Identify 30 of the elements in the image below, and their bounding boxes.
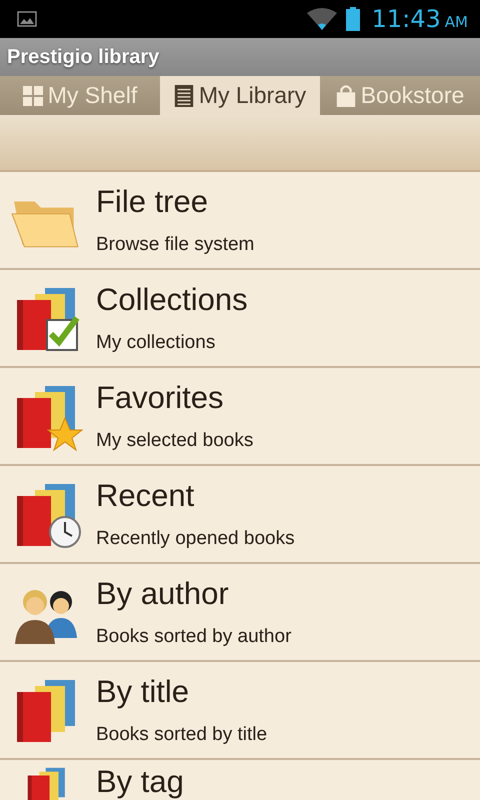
item-subtitle: Recently opened books — [96, 528, 295, 550]
list-item[interactable]: Collections My collections — [0, 270, 480, 368]
image-notification-icon — [17, 11, 37, 27]
wifi-icon — [306, 7, 338, 31]
item-title: By author — [96, 576, 230, 612]
list-item[interactable]: Favorites My selected books — [0, 368, 480, 466]
battery-icon — [346, 7, 360, 31]
item-subtitle: Books sorted by author — [96, 626, 292, 648]
grid-icon — [22, 84, 43, 106]
item-subtitle: My collections — [96, 332, 216, 354]
clock-time: 11:43 — [372, 5, 441, 33]
app-title: Prestigio library — [7, 46, 160, 68]
item-title: Recent — [96, 478, 196, 514]
list-item[interactable]: Recent Recently opened books — [0, 466, 480, 564]
shopping-bag-icon — [336, 84, 356, 106]
item-title: Favorites — [96, 380, 224, 416]
list-item[interactable]: By tag — [0, 760, 480, 800]
item-title: By title — [96, 674, 190, 710]
list-item[interactable]: By title Books sorted by title — [0, 662, 480, 760]
item-subtitle: Browse file system — [96, 234, 254, 256]
item-subtitle: My selected books — [96, 430, 254, 452]
item-subtitle: Books sorted by title — [96, 724, 268, 746]
tab[interactable]: My Library — [160, 76, 320, 115]
list-icon — [174, 84, 194, 106]
item-title: Collections — [96, 282, 248, 318]
item-title: File tree — [96, 184, 209, 220]
list-item[interactable]: By author Books sorted by author — [0, 564, 480, 662]
list-item[interactable]: File tree Browse file system — [0, 172, 480, 270]
item-title: By tag — [96, 764, 184, 800]
clock-ampm: AM — [444, 13, 468, 31]
